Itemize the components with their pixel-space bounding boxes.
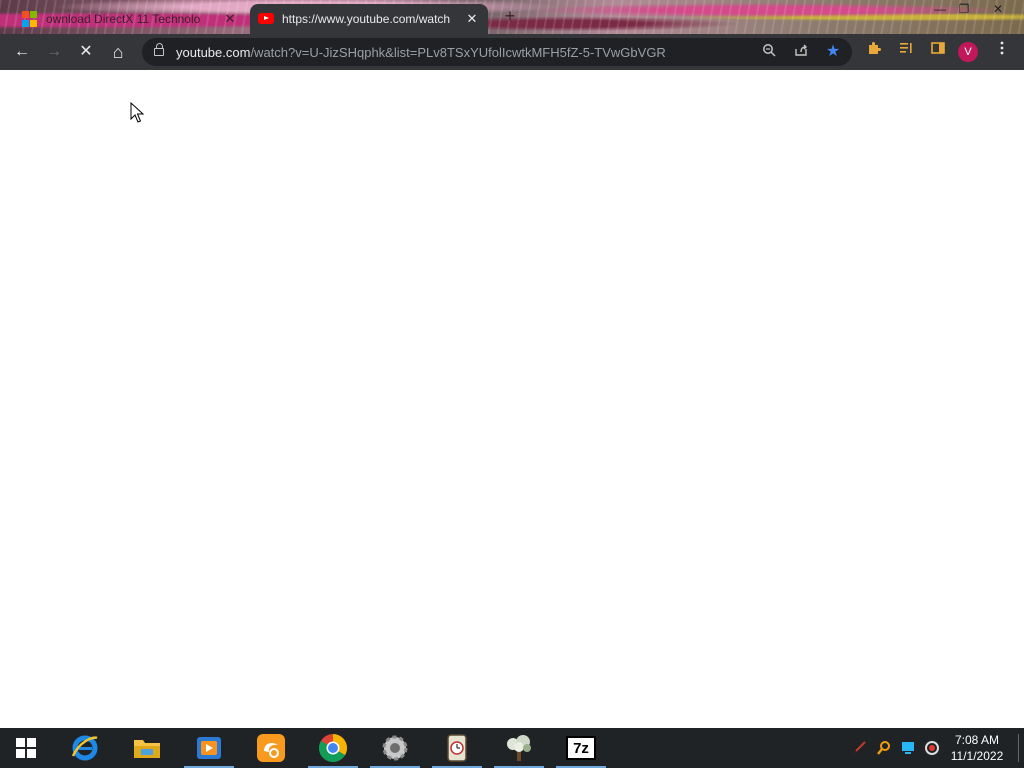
pen-tray-icon[interactable] — [848, 728, 870, 768]
zoom-icon[interactable] — [759, 42, 779, 62]
minimize-button[interactable]: — — [929, 2, 951, 18]
show-desktop-button[interactable] — [1018, 734, 1019, 762]
extensions-puzzle-icon[interactable] — [862, 40, 886, 64]
file-explorer-icon[interactable] — [118, 728, 176, 768]
7zip-icon[interactable]: 7z — [552, 728, 610, 768]
back-button[interactable]: ← — [10, 40, 34, 64]
url-host: youtube.com — [176, 44, 251, 60]
profile-button[interactable]: V — [958, 40, 982, 64]
kebab-menu-icon[interactable] — [990, 40, 1014, 64]
tab-directx-download[interactable]: ownload DirectX 11 Technolo ✕ — [14, 4, 246, 34]
7zip-label: 7z — [566, 736, 596, 760]
windows-logo-icon — [16, 738, 36, 758]
page-content-blank[interactable] — [0, 70, 1024, 728]
avatar: V — [958, 42, 978, 62]
uc-browser-icon[interactable] — [242, 728, 300, 768]
clock-time: 7:08 AM — [954, 733, 1000, 747]
stop-loading-button[interactable]: ✕ — [74, 40, 98, 64]
home-button[interactable]: ⌂ — [106, 40, 130, 64]
start-button[interactable] — [0, 728, 52, 768]
lock-icon[interactable] — [154, 43, 164, 56]
media-queue-icon[interactable] — [894, 40, 918, 64]
taskbar-clock[interactable]: 7:08 AM 11/1/2022 — [940, 732, 1014, 764]
address-bar[interactable]: youtube.com/watch?v=U-JizSHqphk&list=PLv… — [142, 38, 852, 66]
tab-youtube[interactable]: https://www.youtube.com/watch ✕ — [250, 4, 488, 34]
close-window-button[interactable]: ✕ — [987, 2, 1009, 18]
browser-toolbar: ← → ✕ ⌂ youtube.com/watch?v=U-JizSHqphk&… — [0, 34, 1024, 70]
forward-button[interactable]: → — [42, 40, 66, 64]
share-icon[interactable] — [791, 42, 811, 62]
media-player-icon[interactable] — [180, 728, 238, 768]
clock-date: 11/1/2022 — [950, 749, 1004, 763]
internet-explorer-icon[interactable] — [56, 728, 114, 768]
side-panel-icon[interactable] — [926, 40, 950, 64]
microsoft-logo-icon — [22, 11, 38, 27]
mouse-pointer-icon — [130, 102, 144, 123]
url-text[interactable]: youtube.com/watch?v=U-JizSHqphk&list=PLv… — [176, 45, 736, 60]
settings-gear-app-icon[interactable] — [366, 728, 424, 768]
maximize-button[interactable]: ❐ — [953, 2, 975, 18]
tree-app-icon[interactable] — [490, 728, 548, 768]
tab-title: ownload DirectX 11 Technolo — [46, 12, 201, 26]
bookmark-star-icon[interactable]: ★ — [823, 42, 843, 62]
tab-close-icon[interactable]: ✕ — [464, 11, 480, 27]
chrome-icon[interactable] — [304, 728, 362, 768]
youtube-favicon-icon — [258, 11, 274, 27]
tab-title: https://www.youtube.com/watch — [282, 12, 451, 26]
url-path: /watch?v=U-JizSHqphk&list=PLv8TSxYUfolIc… — [250, 44, 666, 60]
display-tray-icon[interactable] — [897, 728, 919, 768]
search-tray-icon[interactable] — [873, 728, 895, 768]
new-tab-button[interactable]: + — [500, 6, 520, 27]
browser-tab-strip: ownload DirectX 11 Technolo ✕ https://ww… — [0, 0, 1024, 34]
clock-app-icon[interactable] — [428, 728, 486, 768]
tab-close-icon[interactable]: ✕ — [222, 11, 238, 27]
windows-taskbar: 7z 7:08 AM 11/1/2022 — [0, 728, 1024, 768]
